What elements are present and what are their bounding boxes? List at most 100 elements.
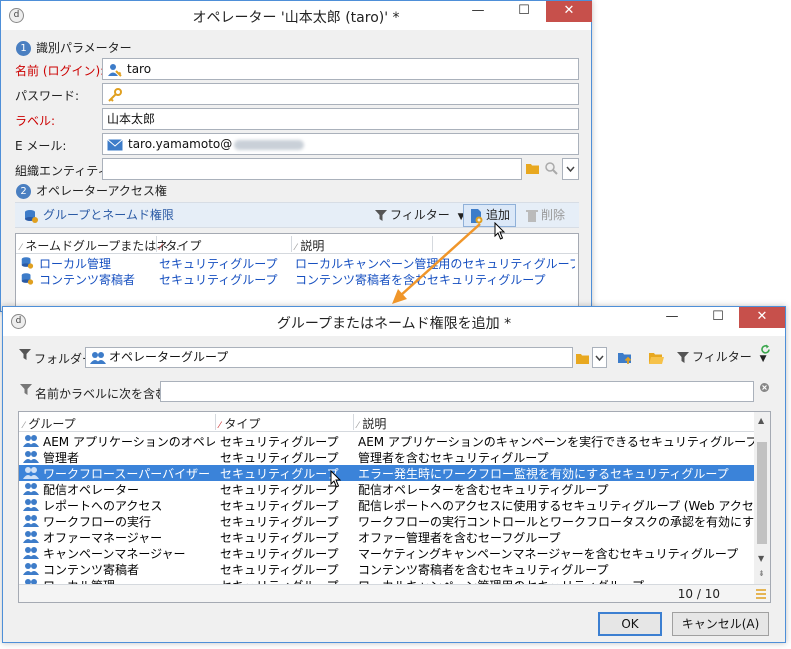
column-divider[interactable] [156,236,157,252]
filter-button[interactable]: フィルター ▼ [375,204,465,228]
envelope-icon [107,138,123,151]
folder-icon[interactable] [575,351,590,365]
row-name: コンテンツ寄稿者 [39,273,136,287]
row-name: 配信オペレーター [43,483,140,497]
filter-button[interactable]: フィルター ▼ [677,346,767,370]
row-type: セキュリティグループ [220,531,339,545]
section-identification-header: 1 識別パラメーター [16,39,132,56]
row-description: エラー発生時にワークフロー監視を有効にするセキュリティグループ [358,467,729,481]
search-label: 名前かラベルに次を含む: [35,387,172,401]
list-item[interactable]: レポートへのアクセス セキュリティグループ 配信レポートへのアクセスに使用するセキュ… [19,497,754,513]
operator-titlebar: d オペレーター '山本太郎 (taro)' * — ☐ ✕ [1,1,592,30]
email-field[interactable]: taro.yamamoto@ [102,133,579,155]
scroll-up-icon[interactable]: ▲ [758,416,764,425]
row-name: ローカル管理 [39,257,112,271]
close-button[interactable]: ✕ [546,1,592,22]
row-type: セキュリティグループ [220,547,339,561]
column-header-type[interactable]: ⁄ タイプ [160,237,201,254]
folder-field[interactable]: オペレーターグループ [85,347,573,368]
row-name: ワークフローの実行 [43,515,152,529]
column-divider[interactable] [353,414,354,430]
folder-value: オペレーターグループ [109,350,229,364]
column-header-description[interactable]: ⁄ 説明 [295,237,324,254]
search-input[interactable] [160,381,754,402]
group-icon [23,530,39,544]
email-label: E メール: [15,139,67,153]
maximize-button[interactable]: ☐ [501,1,547,22]
column-header-type[interactable]: ⁄ タイプ [219,415,260,432]
login-field[interactable]: taro [102,58,579,80]
folder-up-icon[interactable] [617,350,633,366]
tab-groups-and-rights[interactable]: グループとネームド権限 [23,204,174,226]
key-icon [107,87,123,103]
row-name: 管理者 [43,451,80,465]
column-divider[interactable] [291,236,292,252]
close-button[interactable]: ✕ [739,307,785,328]
column-header-description[interactable]: ⁄ 説明 [357,415,386,432]
scroll-end-icon[interactable]: ⇟ [758,569,765,578]
cancel-button[interactable]: キャンセル(A) [672,612,769,636]
list-item[interactable]: ワークフローの実行 セキュリティグループ ワークフローの実行コントロールとワークフロ… [19,513,754,529]
chevron-down-icon[interactable] [562,158,579,180]
login-value: taro [127,62,152,76]
column-divider[interactable] [215,414,216,430]
password-field[interactable] [102,83,579,105]
maximize-button[interactable]: ☐ [695,307,741,328]
row-type: セキュリティグループ [220,563,339,577]
list-item[interactable]: AEM アプリケーションのオペレーターセキュリティグループ AEM アプリケーショ… [19,433,754,449]
minimize-button[interactable]: — [455,1,501,22]
row-description: 配信オペレーターを含むセキュリティグループ [358,483,609,497]
group-icon [23,434,39,448]
refresh-icon[interactable] [760,344,771,355]
list-item[interactable]: オファーマネージャー セキュリティグループ オファー管理者を含むセーフグループ [19,529,754,545]
open-folder-icon[interactable] [648,351,665,365]
scrollbar-thumb[interactable] [757,442,767,544]
vertical-scrollbar[interactable]: ▲ ▼ ⇟ [754,412,770,585]
section-title: 識別パラメーター [36,41,132,55]
search-icon[interactable] [544,161,559,176]
grid-row[interactable]: ローカル管理 セキュリティグループ ローカルキャンペーン管理用のセキュリティグル… [16,255,578,271]
add-button[interactable]: 追加 [463,204,517,227]
ok-button[interactable]: OK [598,612,662,636]
label-label: ラベル: [15,114,56,128]
dialog-titlebar: d グループまたはネームド権限を追加 * — ☐ ✕ [3,307,785,336]
list-item[interactable]: コンテンツ寄稿者 セキュリティグループ コンテンツ寄稿者を含むセキュリティグループ [19,561,754,577]
list-settings-icon[interactable] [756,589,766,599]
delete-button[interactable]: 削除 [526,204,565,226]
add-label: 追加 [486,208,511,222]
column-divider[interactable] [432,236,433,252]
filter-label: フィルター [390,208,450,222]
row-name: ワークフロースーパーバイザー [43,467,211,481]
row-description: 配信レポートへのアクセスに使用するセキュリティグループ (Web アクセスから … [358,499,754,513]
group-icon [23,514,39,528]
list-item[interactable]: ワークフロースーパーバイザー セキュリティグループ エラー発生時にワークフロー監視を… [19,465,754,481]
folder-icon[interactable] [525,161,540,175]
list-item[interactable]: キャンペーンマネージャー セキュリティグループ マーケティングキャンペーンマネージャ… [19,545,754,561]
mouse-cursor [494,222,506,240]
column-header-group[interactable]: ⁄ グループ [23,415,76,432]
group-db-icon [20,255,34,270]
step-badge: 2 [16,184,31,199]
row-description: AEM アプリケーションのキャンペーンを実行できるセキュリティグループ [358,435,754,449]
mouse-cursor [330,470,342,488]
trash-icon [526,209,538,223]
scroll-down-icon[interactable]: ▼ [758,554,764,563]
org-entity-field[interactable] [102,158,522,180]
list-item[interactable]: 管理者 セキュリティグループ 管理者を含むセキュリティグループ [19,449,754,465]
group-rows: AEM アプリケーションのオペレーターセキュリティグループ AEM アプリケーショ… [19,433,754,585]
clear-icon[interactable] [760,383,769,392]
section-title: オペレーターアクセス権 [36,184,167,198]
label-field[interactable]: 山本太郎 [102,108,579,130]
row-type: セキュリティグループ [159,257,278,271]
list-item[interactable]: 配信オペレーター セキュリティグループ 配信オペレーターを含むセキュリティグループ [19,481,754,497]
row-description: コンテンツ寄稿者を含むセキュリティグループ [358,563,609,577]
chevron-down-icon[interactable] [592,347,607,368]
grid-row[interactable]: コンテンツ寄稿者 セキュリティグループ コンテンツ寄稿者を含むセキュリティグルー… [16,271,578,287]
row-description: ローカルキャンペーン管理用のセキュリティグループ [295,257,575,271]
filter-label: フィルター [692,350,752,364]
group-icon [23,498,39,512]
minimize-button[interactable]: — [649,307,695,328]
group-icon [23,450,39,464]
funnel-icon [677,351,689,364]
step-badge: 1 [16,41,31,56]
